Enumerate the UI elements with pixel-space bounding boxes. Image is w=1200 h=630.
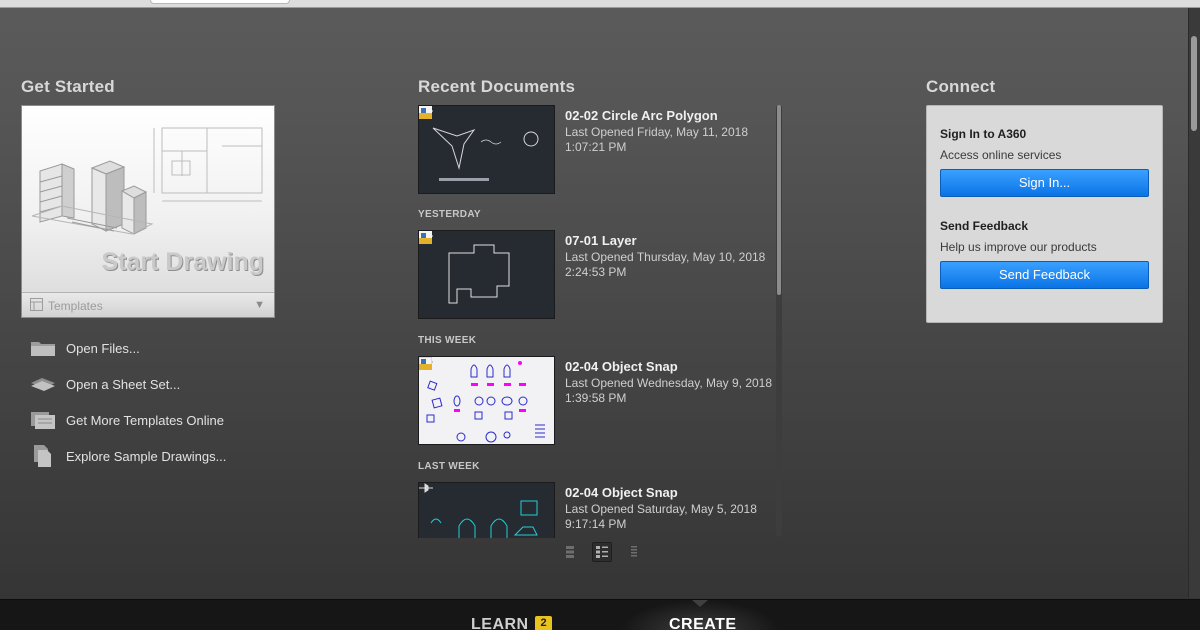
group-label-this-week: THIS WEEK <box>418 335 477 346</box>
drawing-thumbnail[interactable] <box>418 230 555 319</box>
open-files-label: Open Files... <box>66 340 140 356</box>
recent-doc-item[interactable]: 02-02 Circle Arc Polygon Last Opened Fri… <box>418 105 773 195</box>
recent-documents-list: 02-02 Circle Arc Polygon Last Opened Fri… <box>418 105 783 538</box>
get-started-links: Open Files... Open a Sheet Set... Get Mo… <box>29 330 226 474</box>
recent-doc-item[interactable]: 07-01 Layer Last Opened Thursday, May 10… <box>418 230 773 320</box>
recent-scrollbar-thumb[interactable] <box>777 105 781 295</box>
doc-time: 2:24:53 PM <box>565 265 627 279</box>
connect-title: Connect <box>926 77 996 96</box>
doc-time: 1:39:58 PM <box>565 391 627 405</box>
explore-sample-drawings-link[interactable]: Explore Sample Drawings... <box>29 438 226 474</box>
send-feedback-subtext: Help us improve our products <box>940 240 1097 254</box>
window-scrollbar[interactable] <box>1188 8 1200 598</box>
sample-drawings-icon <box>29 443 57 469</box>
active-tab-indicator <box>692 600 708 607</box>
view-mode-switch <box>560 542 644 562</box>
sign-in-subtext: Access online services <box>940 148 1062 162</box>
send-feedback-button[interactable]: Send Feedback <box>940 261 1149 289</box>
drawing-thumbnail[interactable] <box>418 356 555 445</box>
browser-top-strip <box>0 0 1200 8</box>
doc-last-opened: Last Opened Friday, May 11, 2018 <box>565 125 748 139</box>
templates-label: Templates <box>48 299 103 313</box>
get-templates-online-link[interactable]: Get More Templates Online <box>29 402 226 438</box>
templates-online-icon <box>29 407 57 433</box>
template-icon <box>30 298 43 311</box>
explore-sample-drawings-label: Explore Sample Drawings... <box>66 448 227 464</box>
drawing-thumbnail[interactable] <box>418 105 555 194</box>
dwg-file-icon <box>419 357 432 370</box>
templates-dropdown[interactable]: Templates ▼ <box>22 292 274 317</box>
start-drawing-card[interactable]: Start Drawing Templates ▼ <box>21 105 275 318</box>
recent-documents-title: Recent Documents <box>418 77 576 96</box>
recent-doc-item[interactable]: 02-04 Object Snap Last Opened Wednesday,… <box>418 356 773 446</box>
chevron-down-icon[interactable]: ▼ <box>254 299 265 311</box>
tab-stub <box>150 0 290 4</box>
group-label-yesterday: YESTERDAY <box>418 209 481 220</box>
dwg-file-icon <box>419 231 432 244</box>
tab-create[interactable]: CREATE <box>669 616 737 630</box>
tab-learn[interactable]: LEARN <box>471 616 529 630</box>
window-scrollbar-thumb[interactable] <box>1191 36 1197 131</box>
folder-icon <box>29 335 57 361</box>
doc-name[interactable]: 07-01 Layer <box>565 233 637 248</box>
start-drawing-label[interactable]: Start Drawing <box>101 248 264 277</box>
get-templates-online-label: Get More Templates Online <box>66 412 224 428</box>
sign-in-heading: Sign In to A360 <box>940 127 1027 141</box>
learn-notification-badge: 2 <box>535 616 552 630</box>
recent-documents-scrollbar[interactable] <box>776 105 782 537</box>
doc-last-opened: Last Opened Saturday, May 5, 2018 <box>565 502 757 516</box>
doc-name[interactable]: 02-04 Object Snap <box>565 485 678 500</box>
send-feedback-heading: Send Feedback <box>940 219 1029 233</box>
group-label-last-week: LAST WEEK <box>418 461 480 472</box>
drawing-thumbnail[interactable] <box>418 482 555 538</box>
open-sheet-set-label: Open a Sheet Set... <box>66 376 181 392</box>
connect-panel: Sign In to A360 Access online services S… <box>926 105 1163 323</box>
pin-icon[interactable] <box>419 483 433 493</box>
open-sheet-set-link[interactable]: Open a Sheet Set... <box>29 366 226 402</box>
sign-in-button[interactable]: Sign In... <box>940 169 1149 197</box>
bottom-navigation-bar: LEARN 2 CREATE <box>0 599 1200 630</box>
list-view-icon[interactable] <box>624 542 644 562</box>
doc-last-opened: Last Opened Wednesday, May 9, 2018 <box>565 376 773 390</box>
doc-last-opened: Last Opened Thursday, May 10, 2018 <box>565 250 766 264</box>
open-files-link[interactable]: Open Files... <box>29 330 226 366</box>
thumbnails-with-details-view-icon[interactable] <box>592 542 612 562</box>
doc-name[interactable]: 02-02 Circle Arc Polygon <box>565 108 718 123</box>
doc-time: 1:07:21 PM <box>565 140 627 154</box>
recent-doc-item[interactable]: 02-04 Object Snap Last Opened Saturday, … <box>418 482 773 538</box>
large-thumbnails-view-icon[interactable] <box>560 542 580 562</box>
get-started-title: Get Started <box>21 77 115 96</box>
doc-time: 9:17:14 PM <box>565 517 627 531</box>
doc-name[interactable]: 02-04 Object Snap <box>565 359 678 374</box>
sheet-set-icon <box>29 371 57 397</box>
dwg-file-icon <box>419 106 432 119</box>
